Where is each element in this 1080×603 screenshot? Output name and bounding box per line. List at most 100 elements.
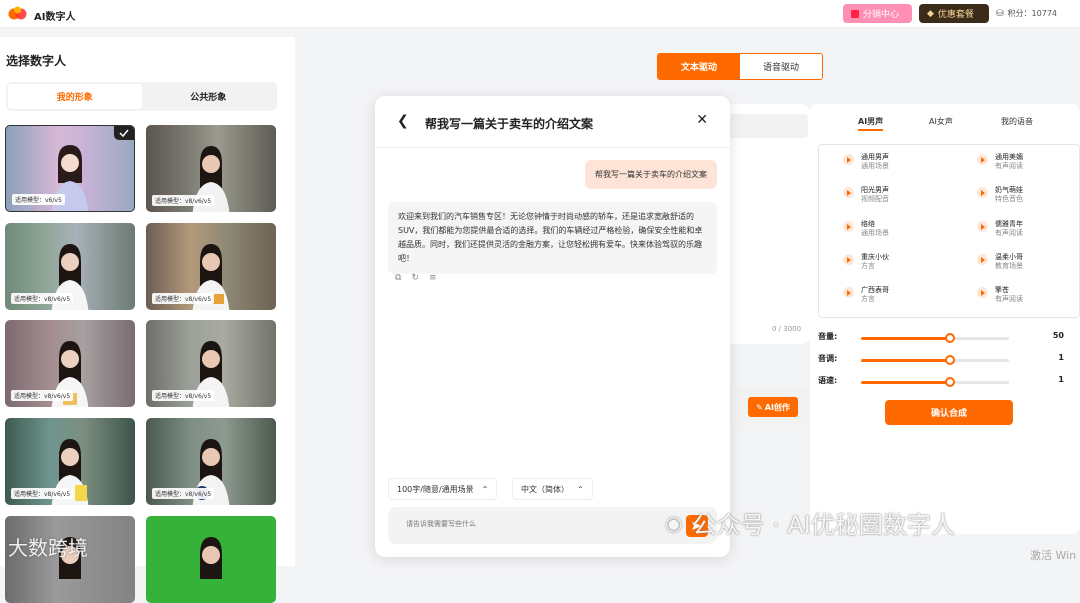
avatar-thumbnail[interactable]: 适用模型：v8/v6/v5 bbox=[146, 418, 276, 505]
close-icon[interactable]: ✕ bbox=[696, 112, 708, 128]
model-label: 适用模型：v8/v6/v5 bbox=[11, 390, 74, 401]
confirm-synthesis-button[interactable]: 确认合成 bbox=[885, 400, 1013, 425]
model-label: 适用模型：v8/v6/v5 bbox=[11, 488, 74, 499]
play-icon[interactable] bbox=[977, 187, 988, 198]
volume-slider[interactable] bbox=[861, 333, 1009, 343]
slider-handle[interactable] bbox=[944, 333, 955, 343]
avatar-thumbnail[interactable]: 适用模型：v8/v6/v5 bbox=[5, 418, 135, 505]
voice-item[interactable]: 通用男声 通用场景 bbox=[843, 153, 889, 171]
voice-item[interactable]: 通用美媚 有声阅读 bbox=[977, 153, 1023, 171]
voice-name: 广西表哥 bbox=[861, 286, 889, 294]
length-style-dropdown[interactable]: 100字/随意/通用场景 ⌃ bbox=[388, 478, 498, 500]
sidebar-title: 选择数字人 bbox=[6, 54, 67, 68]
ai-create-button[interactable]: ✎ AI创作 bbox=[748, 397, 798, 417]
language-value: 中文（简体） bbox=[521, 484, 569, 494]
voice-item[interactable]: 重庆小伙 方言 bbox=[843, 253, 889, 271]
model-label: 适用模型：v8/v6/v5 bbox=[152, 488, 215, 499]
voice-item[interactable]: 广西表哥 方言 bbox=[843, 286, 889, 304]
top-bar: AI数字人 分销中心 ◆ 优惠套餐 ⛁ 积分：10774 bbox=[0, 0, 1080, 28]
voice-desc: 视频配音 bbox=[861, 195, 889, 203]
back-arrow-icon[interactable]: ❮ bbox=[397, 113, 409, 129]
copy-icon[interactable]: ⧉ bbox=[395, 273, 401, 283]
play-icon[interactable] bbox=[977, 221, 988, 232]
avatar-thumbnail[interactable]: 适用模型：v8/v6/v5 bbox=[146, 125, 276, 212]
voice-name: 重庆小伙 bbox=[861, 253, 889, 261]
slider-handle[interactable] bbox=[944, 355, 955, 365]
selected-check-icon bbox=[114, 126, 134, 140]
play-icon[interactable] bbox=[977, 154, 988, 165]
voice-desc: 通用场景 bbox=[861, 229, 889, 237]
speed-value: 1 bbox=[1058, 375, 1064, 384]
slider-handle[interactable] bbox=[944, 377, 955, 387]
tab-my-avatars[interactable]: 我的形象 bbox=[8, 84, 142, 109]
voice-desc: 有声阅读 bbox=[995, 229, 1023, 237]
tab-ai-female[interactable]: AI女声 bbox=[929, 116, 953, 127]
play-icon[interactable] bbox=[977, 254, 988, 265]
voice-item[interactable]: 阳光男声 视频配音 bbox=[843, 186, 889, 204]
voice-name: 阳光男声 bbox=[861, 186, 889, 194]
activate-windows-text: 激活 Win bbox=[1030, 549, 1077, 562]
app-title: AI数字人 bbox=[34, 12, 76, 23]
voice-desc: 教育场景 bbox=[995, 262, 1023, 270]
voice-name: 儒雅青年 bbox=[995, 220, 1023, 228]
volume-value: 50 bbox=[1052, 331, 1064, 340]
avatar-thumbnail[interactable] bbox=[146, 516, 276, 603]
avatar-thumbnail[interactable]: 适用模型：v6/v5 bbox=[5, 125, 135, 212]
play-icon[interactable] bbox=[843, 254, 854, 265]
refresh-icon[interactable]: ↻ bbox=[411, 273, 419, 283]
tab-my-voice[interactable]: 我的语音 bbox=[1001, 116, 1033, 127]
speed-slider[interactable] bbox=[861, 377, 1009, 387]
pitch-slider-row: 音调: 1 bbox=[818, 353, 1068, 367]
dialog-title: 帮我写一篇关于卖车的介绍文案 bbox=[425, 117, 594, 131]
speed-slider-row: 语速: 1 bbox=[818, 375, 1068, 389]
pitch-value: 1 bbox=[1058, 353, 1064, 362]
play-icon[interactable] bbox=[843, 287, 854, 298]
chevron-up-icon: ⌃ bbox=[481, 484, 489, 494]
discount-package-button[interactable]: ◆ 优惠套餐 bbox=[919, 4, 989, 23]
avatar-thumbnail[interactable]: 适用模型：v8/v6/v5 bbox=[146, 223, 276, 310]
voice-item[interactable]: 擎苍 有声阅读 bbox=[977, 286, 1023, 304]
drive-mode-toggle: 文本驱动 语音驱动 bbox=[657, 53, 823, 80]
avatar-thumbnail[interactable]: 适用模型：v8/v6/v5 bbox=[5, 320, 135, 407]
play-icon[interactable] bbox=[977, 287, 988, 298]
text-drive-button[interactable]: 文本驱动 bbox=[658, 54, 740, 79]
avatar-thumbnail[interactable]: 适用模型：v8/v6/v5 bbox=[146, 320, 276, 407]
coins-icon: ⛁ bbox=[996, 8, 1004, 19]
play-icon[interactable] bbox=[843, 187, 854, 198]
play-icon[interactable] bbox=[843, 221, 854, 232]
volume-label: 音量: bbox=[818, 332, 838, 341]
voice-item[interactable]: 温柔小哥 教育场景 bbox=[977, 253, 1023, 271]
speed-label: 语速: bbox=[818, 376, 838, 385]
prompt-input[interactable] bbox=[406, 520, 666, 528]
tab-public-avatars[interactable]: 公共形象 bbox=[142, 84, 276, 109]
model-label: 适用模型：v8/v6/v5 bbox=[152, 293, 215, 304]
script-editor[interactable] bbox=[720, 104, 810, 344]
voice-item[interactable]: 络络 通用场景 bbox=[843, 220, 889, 238]
chevron-up-icon: ⌃ bbox=[577, 484, 584, 494]
voice-desc: 特色音色 bbox=[995, 195, 1023, 203]
watermark-left: 大数跨境 bbox=[8, 536, 88, 560]
pitch-slider[interactable] bbox=[861, 355, 1009, 365]
voice-drive-button[interactable]: 语音驱动 bbox=[740, 54, 822, 79]
voice-item[interactable]: 儒雅青年 有声阅读 bbox=[977, 220, 1023, 238]
model-label: 适用模型：v8/v6/v5 bbox=[152, 390, 215, 401]
distribution-center-label: 分销中心 bbox=[863, 10, 900, 20]
response-actions: ⧉ ↻ ≡ bbox=[395, 273, 437, 283]
diamond-icon: ◆ bbox=[927, 8, 934, 19]
tab-ai-male[interactable]: AI男声 bbox=[858, 116, 884, 131]
insert-icon[interactable]: ≡ bbox=[429, 273, 437, 283]
avatar-thumbnail[interactable]: 适用模型：v8/v6/v5 bbox=[5, 223, 135, 310]
language-dropdown[interactable]: 中文（简体） ⌃ bbox=[512, 478, 593, 500]
user-message: 帮我写一篇关于卖车的介绍文案 bbox=[585, 160, 717, 189]
model-label: 适用模型：v8/v6/v5 bbox=[11, 293, 74, 304]
pitch-label: 音调: bbox=[818, 354, 838, 363]
distribution-center-button[interactable]: 分销中心 bbox=[843, 4, 912, 23]
voice-desc: 通用场景 bbox=[861, 162, 889, 170]
ai-writing-dialog: ❮ 帮我写一篇关于卖车的介绍文案 ✕ 帮我写一篇关于卖车的介绍文案 欢迎来到我们… bbox=[375, 96, 730, 557]
voice-name: 擎苍 bbox=[995, 286, 1009, 294]
play-icon[interactable] bbox=[843, 154, 854, 165]
editor-toolbar bbox=[728, 114, 808, 138]
voice-item[interactable]: 奶气萌娃 特色音色 bbox=[977, 186, 1023, 204]
voice-desc: 有声阅读 bbox=[995, 295, 1023, 303]
ai-response: 欢迎来到我们的汽车销售专区！无论您钟情于时尚动感的轿车，还是追求宽敞舒适的SUV… bbox=[388, 202, 717, 274]
